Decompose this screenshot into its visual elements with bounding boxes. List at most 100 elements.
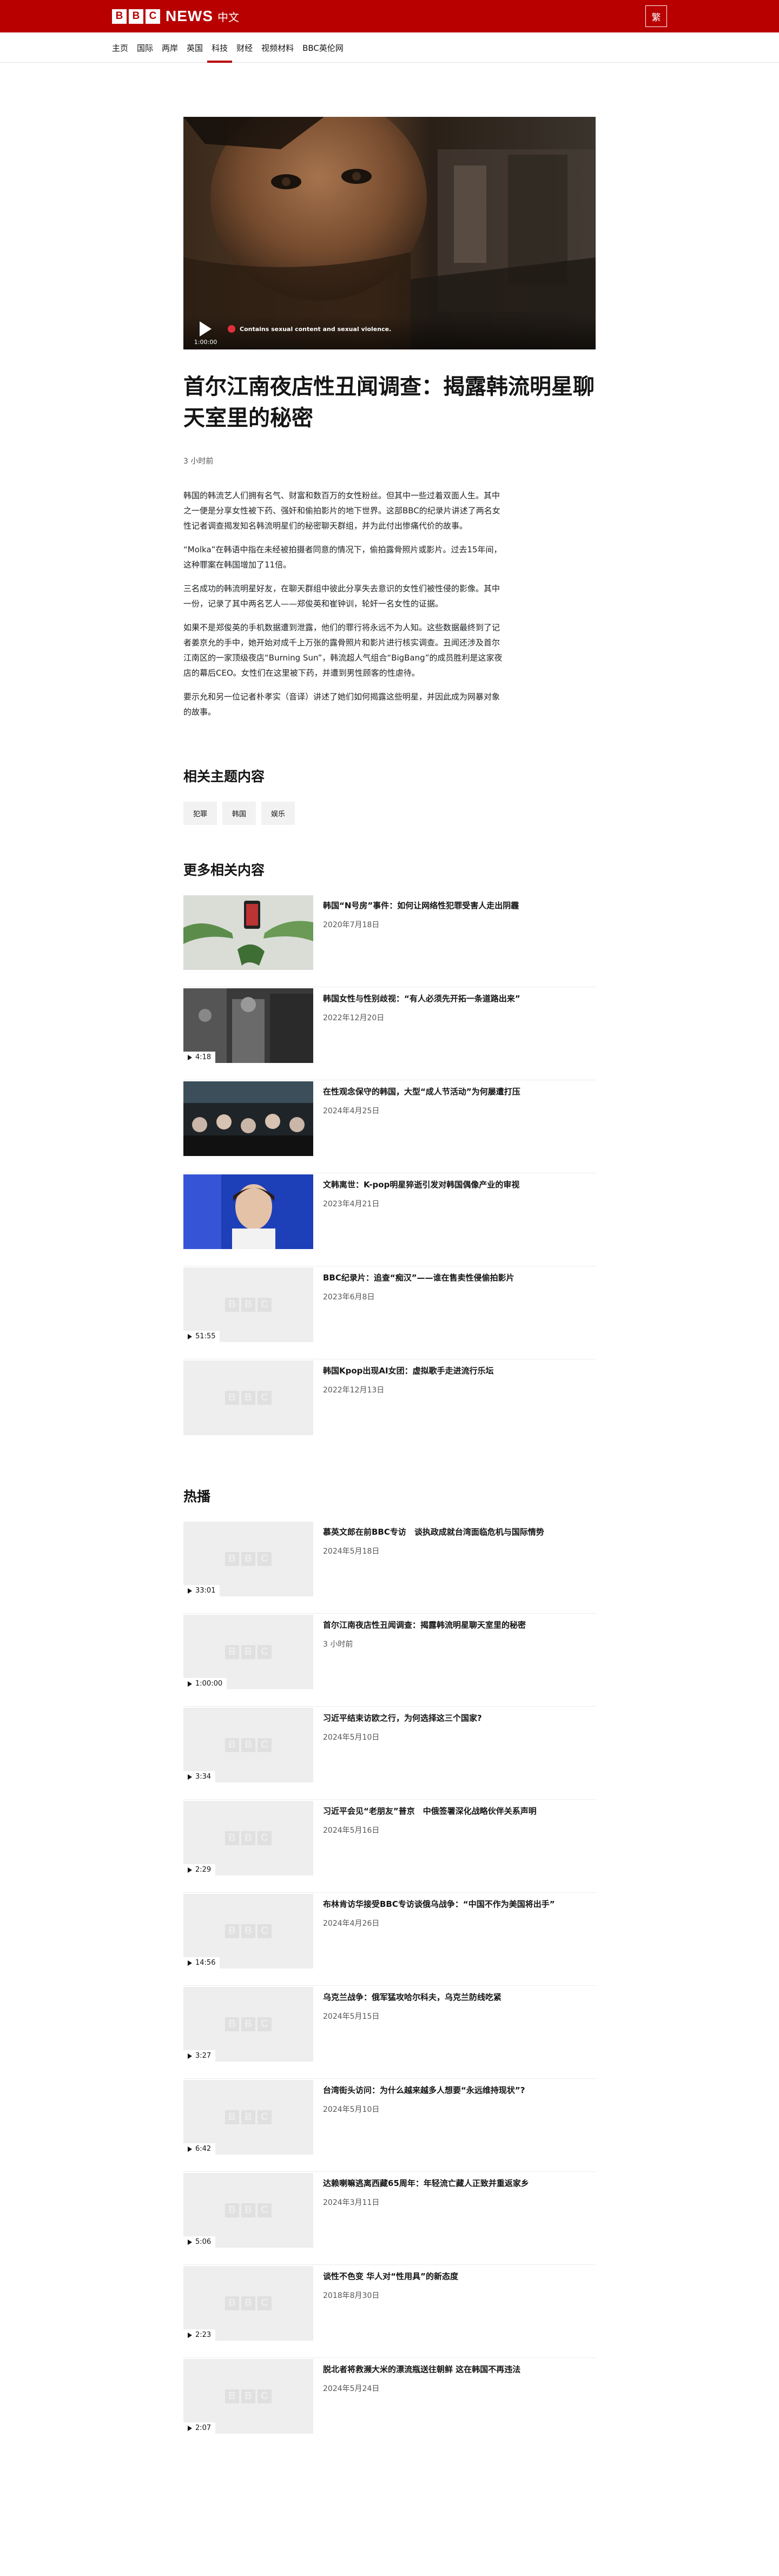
play-button[interactable]: 1:00:00	[193, 320, 218, 346]
nav-item-business[interactable]: 财经	[232, 32, 257, 63]
video-thumbnail[interactable]: B B C 2:29	[183, 1801, 313, 1875]
article-body: 韩国的韩流艺人们拥有名气、财富和数百万的女性粉丝。但其中一些过着双面人生。其中之…	[183, 488, 506, 719]
logo-letter: B	[241, 1391, 255, 1405]
video-headline[interactable]: 习近平结束访欧之行，为何选择这三个国家?	[323, 1712, 482, 1724]
story-thumbnail[interactable]	[183, 1081, 313, 1156]
video-headline[interactable]: 乌克兰战争：俄军猛攻哈尔科夫，乌克兰防线吃紧	[323, 1991, 501, 2003]
story-info: 文韩离世：K-pop明星猝逝引发对韩国偶像产业的审视 2023年4月21日	[323, 1174, 519, 1266]
list-item[interactable]: B B C 6:42 台湾街头访问：为什么越来越多人想要“永远维持现状”? 2024年5月…	[183, 2080, 596, 2172]
nav-item-technology[interactable]: 科技	[207, 32, 233, 63]
duration-badge: 2:07	[183, 2422, 216, 2434]
topic-tag-crime[interactable]: 犯罪	[183, 802, 217, 825]
story-headline[interactable]: 韩国女性与性别歧视：“有人必须先开拓一条道路出来”	[323, 993, 520, 1005]
content-warning: Contains sexual content and sexual viole…	[228, 325, 391, 333]
article-paragraph: “Molka”在韩语中指在未经被拍摄者同意的情况下，偷拍露骨照片或影片。过去15…	[183, 545, 502, 570]
video-thumbnail[interactable]: B B C 5:06	[183, 2173, 313, 2248]
play-icon	[188, 2425, 192, 2431]
video-duration: 1:00:00	[194, 339, 217, 346]
nav-item-cross-strait[interactable]: 两岸	[157, 32, 182, 63]
story-thumbnail[interactable]: B B C 51:55	[183, 1267, 313, 1342]
video-headline[interactable]: 脱北者将救濒大米的漂流瓶送往朝鲜 这在韩国不再违法	[323, 2363, 520, 2375]
duration-badge: 5:06	[183, 2236, 216, 2248]
duration-text: 6:42	[195, 2145, 212, 2153]
story-headline[interactable]: 韩国Kpop出现AI女团：虚拟歌手走进流行乐坛	[323, 1365, 494, 1377]
nav-item-world[interactable]: 国际	[133, 32, 157, 63]
video-headline[interactable]: 习近平会见“老朋友”普京 中俄签署深化战略伙伴关系声明	[323, 1805, 537, 1817]
duration-badge: 4:18	[183, 1052, 216, 1063]
list-item[interactable]: B B C 51:55 BBC纪录片：追查“痴汉”——谁在售卖性侵偷拍影片 20…	[183, 1267, 596, 1359]
video-thumbnail[interactable]: B B C 14:56	[183, 1894, 313, 1969]
duration-text: 33:01	[195, 1587, 216, 1595]
list-item[interactable]: B B C 1:00:00 首尔江南夜店性丑闻调查：揭露韩流明星聊天室里的秘密 3 小时前	[183, 1615, 596, 1707]
hero-video-player[interactable]: 1:00:00 Contains sexual content and sexu…	[183, 117, 596, 349]
brand-language-text: 中文	[217, 10, 239, 24]
story-headline[interactable]: 韩国“N号房”事件：如何让网络性犯罪受害人走出阴霾	[323, 900, 519, 911]
video-thumbnail[interactable]: B B C 33:01	[183, 1522, 313, 1596]
video-headline[interactable]: 慕英文郎在前BBC专访 谈执政成就台湾面临危机与国际情势	[323, 1526, 544, 1538]
story-thumbnail[interactable]: B B C	[183, 1360, 313, 1435]
list-item[interactable]: B B C 33:01 慕英文郎在前BBC专访 谈执政成就台湾面临危机与国际情势 2024…	[183, 1522, 596, 1614]
list-item[interactable]: 在性观念保守的韩国，大型“成人节活动”为何屡遭打压 2024年4月25日	[183, 1081, 596, 1173]
video-date: 2024年5月15日	[323, 2012, 380, 2021]
bbc-placeholder-logo: BBC	[225, 1645, 272, 1659]
video-headline[interactable]: 达赖喇嘛逃离西藏65周年：年轻流亡藏人正致并重返家乡	[323, 2177, 529, 2189]
bbc-news-logo[interactable]: B B C NEWS 中文	[112, 8, 239, 25]
story-headline[interactable]: 在性观念保守的韩国，大型“成人节活动”为何屡遭打压	[323, 1086, 520, 1098]
video-info: 达赖喇嘛逃离西藏65周年：年轻流亡藏人正致并重返家乡 2024年3月11日	[323, 2173, 529, 2264]
list-item[interactable]: B B C 14:56 布林肯访华接受BBC专访谈俄乌战争：“中国不作为美国将出手” 20…	[183, 1894, 596, 1986]
video-headline[interactable]: 布林肯访华接受BBC专访谈俄乌战争：“中国不作为美国将出手”	[323, 1898, 555, 1910]
traditional-script-toggle-button[interactable]: 繁	[645, 5, 667, 27]
story-date: 2023年4月21日	[323, 1200, 380, 1208]
logo-letter: C	[258, 1831, 272, 1845]
site-header: B B C NEWS 中文 繁 主页 国际 两岸 英国 科技 财经 视频材料 B…	[0, 0, 779, 63]
list-item[interactable]: B B C 韩国Kpop出现AI女团：虚拟歌手走进流行乐坛 2022年12月13…	[183, 1360, 596, 1452]
duration-badge: 2:23	[183, 2329, 216, 2341]
nav-item-bbc-ukchina[interactable]: BBC英伦网	[298, 32, 348, 63]
story-thumbnail[interactable]	[183, 895, 313, 970]
nav-item-home[interactable]: 主页	[112, 32, 133, 63]
video-date: 2024年5月18日	[323, 1547, 380, 1556]
logo-letter: C	[258, 2110, 272, 2124]
list-item[interactable]: 文韩离世：K-pop明星猝逝引发对韩国偶像产业的审视 2023年4月21日	[183, 1174, 596, 1266]
story-thumbnail[interactable]	[183, 1174, 313, 1249]
logo-letter: B	[225, 2389, 239, 2403]
article-title: 首尔江南夜店性丑闻调查：揭露韩流明星聊天室里的秘密	[183, 374, 595, 431]
story-headline[interactable]: 文韩离世：K-pop明星猝逝引发对韩国偶像产业的审视	[323, 1179, 519, 1191]
video-headline[interactable]: 首尔江南夜店性丑闻调查：揭露韩流明星聊天室里的秘密	[323, 1619, 526, 1631]
logo-letter: C	[258, 2296, 272, 2310]
list-item[interactable]: B B C 5:06 达赖喇嘛逃离西藏65周年：年轻流亡藏人正致并重返家乡 2024年3月…	[183, 2173, 596, 2265]
video-thumbnail[interactable]: B B C 3:27	[183, 1987, 313, 2062]
story-date: 2020年7月18日	[323, 921, 380, 929]
nav-item-uk[interactable]: 英国	[182, 32, 207, 63]
list-item[interactable]: B B C 2:07 脱北者将救濒大米的漂流瓶送往朝鲜 这在韩国不再违法 2024年5月2…	[183, 2359, 596, 2451]
video-thumbnail[interactable]: B B C 6:42	[183, 2080, 313, 2155]
video-thumbnail[interactable]: B B C 3:34	[183, 1708, 313, 1782]
list-item[interactable]: B B C 2:23 谈性不色变 华人对“性用具”的新态度 2018年8月30日	[183, 2266, 596, 2358]
list-item[interactable]: 韩国“N号房”事件：如何让网络性犯罪受害人走出阴霾 2020年7月18日	[183, 895, 596, 987]
warning-icon	[228, 325, 235, 333]
list-item[interactable]: B B C 3:34 习近平结束访欧之行，为何选择这三个国家? 2024年5月10日	[183, 1708, 596, 1800]
story-headline[interactable]: BBC纪录片：追查“痴汉”——谁在售卖性侵偷拍影片	[323, 1272, 514, 1284]
video-headline[interactable]: 谈性不色变 华人对“性用具”的新态度	[323, 2270, 458, 2282]
story-thumbnail[interactable]: 4:18	[183, 988, 313, 1063]
logo-letter: B	[225, 1738, 239, 1752]
video-thumbnail[interactable]: B B C 2:07	[183, 2359, 313, 2434]
duration-text: 1:00:00	[195, 1680, 223, 1688]
topic-tag-entertainment[interactable]: 娱乐	[261, 802, 295, 825]
video-thumbnail[interactable]: B B C 2:23	[183, 2266, 313, 2341]
play-icon	[188, 2053, 192, 2059]
list-item[interactable]: B B C 2:29 习近平会见“老朋友”普京 中俄签署深化战略伙伴关系声明 2024年5…	[183, 1801, 596, 1893]
story-date: 2022年12月13日	[323, 1386, 385, 1395]
list-item[interactable]: B B C 3:27 乌克兰战争：俄军猛攻哈尔科夫，乌克兰防线吃紧 2024年5月15日	[183, 1987, 596, 2079]
bbc-placeholder-logo: BBC	[225, 2203, 272, 2217]
topic-tag-korea[interactable]: 韩国	[222, 802, 256, 825]
article-paragraph: 如果不是郑俊英的手机数据遭到泄露，他们的罪行将永远不为人知。这些数据最终到了记者…	[183, 623, 503, 678]
video-headline[interactable]: 台湾街头访问：为什么越来越多人想要“永远维持现状”?	[323, 2084, 525, 2096]
list-item[interactable]: 4:18 韩国女性与性别歧视：“有人必须先开拓一条道路出来” 2022年12月2…	[183, 988, 596, 1080]
story-info: 韩国“N号房”事件：如何让网络性犯罪受害人走出阴霾 2020年7月18日	[323, 895, 519, 987]
duration-badge: 2:29	[183, 1864, 216, 1875]
nav-item-video[interactable]: 视频材料	[257, 32, 298, 63]
article-timestamp: 3 小时前	[183, 457, 214, 466]
content-warning-text: Contains sexual content and sexual viole…	[240, 325, 392, 333]
video-thumbnail[interactable]: B B C 1:00:00	[183, 1615, 313, 1689]
